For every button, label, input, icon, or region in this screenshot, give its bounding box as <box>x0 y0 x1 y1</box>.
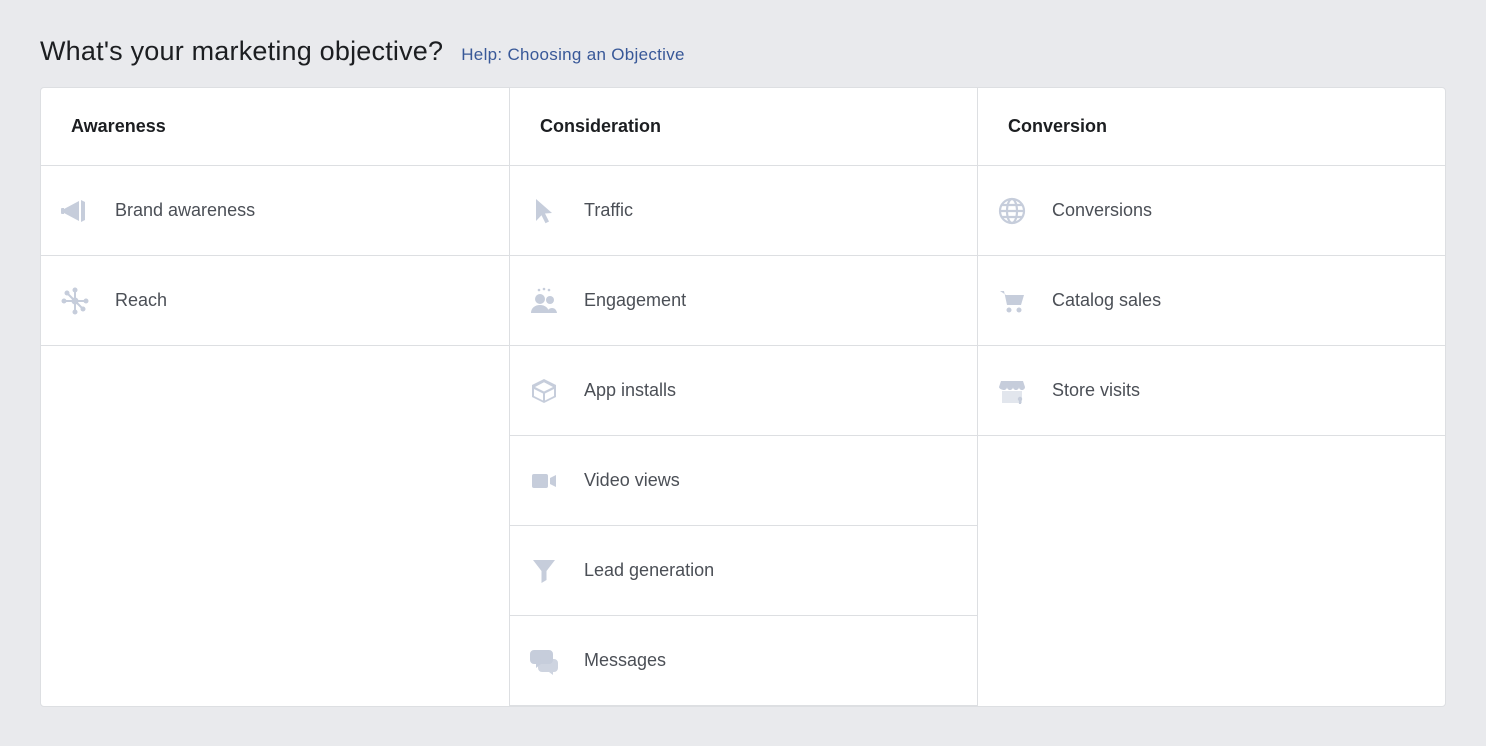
objective-option[interactable]: Brand awareness <box>41 166 509 256</box>
objective-label: Catalog sales <box>1052 290 1161 311</box>
funnel-icon <box>530 557 558 585</box>
objective-label: Messages <box>584 650 666 671</box>
globe-icon <box>998 197 1026 225</box>
objective-label: App installs <box>584 380 676 401</box>
objective-label: Conversions <box>1052 200 1152 221</box>
objective-option[interactable]: Reach <box>41 256 509 346</box>
objective-option[interactable]: App installs <box>510 346 977 436</box>
objective-label: Reach <box>115 290 167 311</box>
video-icon <box>530 467 558 495</box>
reach-icon <box>61 287 89 315</box>
objective-option[interactable]: Lead generation <box>510 526 977 616</box>
help-link[interactable]: Help: Choosing an Objective <box>461 45 685 65</box>
objective-label: Video views <box>584 470 680 491</box>
objective-option[interactable]: Catalog sales <box>978 256 1445 346</box>
column-header: Consideration <box>510 88 977 166</box>
column-items: Brand awareness Reach <box>41 166 509 346</box>
heading-row: What's your marketing objective? Help: C… <box>40 36 1446 67</box>
objective-column: Awareness Brand awareness Reach <box>41 88 509 706</box>
objective-option[interactable]: Video views <box>510 436 977 526</box>
objective-card: Awareness Brand awareness Reach Considerati… <box>40 87 1446 707</box>
objective-column: Conversion Conversions Catalog sales Store … <box>977 88 1445 706</box>
objective-column: Consideration Traffic Engagement App instal… <box>509 88 977 706</box>
objective-label: Store visits <box>1052 380 1140 401</box>
objective-label: Traffic <box>584 200 633 221</box>
cart-icon <box>998 287 1026 315</box>
objective-label: Engagement <box>584 290 686 311</box>
column-items: Conversions Catalog sales Store visits <box>978 166 1445 436</box>
engagement-icon <box>530 287 558 315</box>
package-icon <box>530 377 558 405</box>
objective-label: Brand awareness <box>115 200 255 221</box>
column-header: Awareness <box>41 88 509 166</box>
column-header: Conversion <box>978 88 1445 166</box>
objective-option[interactable]: Messages <box>510 616 977 706</box>
page-title: What's your marketing objective? <box>40 36 443 67</box>
objective-option[interactable]: Engagement <box>510 256 977 346</box>
objective-option[interactable]: Conversions <box>978 166 1445 256</box>
column-items: Traffic Engagement App installs Video views… <box>510 166 977 706</box>
objective-option[interactable]: Traffic <box>510 166 977 256</box>
store-icon <box>998 377 1026 405</box>
megaphone-icon <box>61 197 89 225</box>
messages-icon <box>530 647 558 675</box>
objective-option[interactable]: Store visits <box>978 346 1445 436</box>
cursor-icon <box>530 197 558 225</box>
objective-label: Lead generation <box>584 560 714 581</box>
